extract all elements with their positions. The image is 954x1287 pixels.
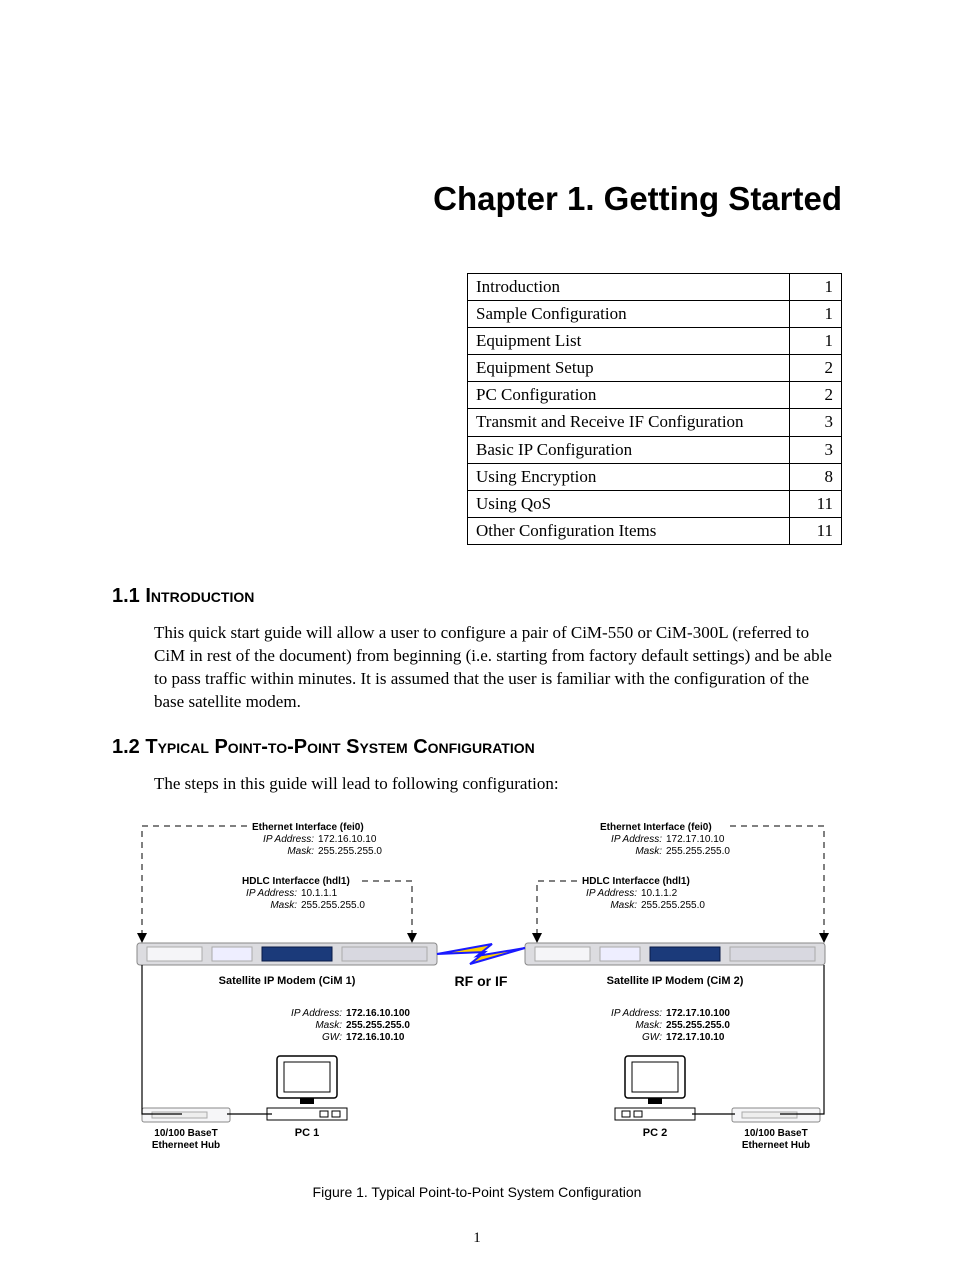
toc-page: 1 [790,301,842,328]
toc-row: Transmit and Receive IF Configuration3 [468,409,842,436]
hub-left-label-2: Etherneet Hub [152,1140,220,1151]
right-hdlc-title: HDLC Interfacce (hdl1) [582,876,690,887]
toc-label: Introduction [468,274,790,301]
right-pc-gw-label: GW: [642,1032,662,1043]
toc-page: 11 [790,490,842,517]
right-eth-ip: 172.17.10.10 [666,834,725,845]
figure-1: Ethernet Interface (fei0) IP Address: 17… [112,818,842,1200]
hub-right-label-2: Etherneet Hub [742,1140,810,1151]
toc-page: 11 [790,517,842,544]
right-pc-gw: 172.17.10.10 [666,1032,725,1043]
left-pc-mask-label: Mask: [315,1020,342,1031]
hub-right-label-1: 10/100 BaseT [744,1128,807,1139]
toc-row: Using QoS11 [468,490,842,517]
left-hdlc-ip-label: IP Address: [246,888,297,899]
left-eth-mask: 255.255.255.0 [318,846,382,857]
toc-row: Using Encryption8 [468,463,842,490]
toc-container: Introduction1Sample Configuration1Equipm… [112,273,842,545]
left-hdlc-title: HDLC Interfacce (hdl1) [242,876,350,887]
toc-page: 2 [790,355,842,382]
right-eth-title: Ethernet Interface (fei0) [600,822,712,833]
right-pc-ip: 172.17.10.100 [666,1008,730,1019]
hub-right [732,1108,820,1122]
modem-right-label: Satellite IP Modem (CiM 2) [607,975,744,987]
toc-page: 2 [790,382,842,409]
left-eth-title: Ethernet Interface (fei0) [252,822,364,833]
toc-label: Basic IP Configuration [468,436,790,463]
left-eth-ip: 172.16.10.10 [318,834,377,845]
modem-left [137,943,437,965]
right-pc-mask-label: Mask: [635,1020,662,1031]
toc-row: Other Configuration Items11 [468,517,842,544]
toc-row: Introduction1 [468,274,842,301]
toc-label: Equipment Setup [468,355,790,382]
chapter-title: Chapter 1. Getting Started [112,180,842,218]
figure-1-svg: Ethernet Interface (fei0) IP Address: 17… [112,818,850,1178]
rf-if-bolt [437,944,525,964]
figure-1-caption: Figure 1. Typical Point-to-Point System … [112,1184,842,1200]
right-eth-mask: 255.255.255.0 [666,846,730,857]
section-1-2-heading: 1.2 Typical Point-to-Point System Config… [112,736,842,759]
toc-label: Sample Configuration [468,301,790,328]
toc-row: PC Configuration2 [468,382,842,409]
toc-label: Other Configuration Items [468,517,790,544]
left-hdlc-ip: 10.1.1.1 [301,888,338,899]
toc-page: 1 [790,274,842,301]
right-pc-mask: 255.255.255.0 [666,1020,730,1031]
toc-label: PC Configuration [468,382,790,409]
toc-label: Equipment List [468,328,790,355]
left-pc-gw: 172.16.10.10 [346,1032,405,1043]
toc-label: Using QoS [468,490,790,517]
left-eth-mask-label: Mask: [287,846,314,857]
right-eth-ip-label: IP Address: [611,834,662,845]
right-eth-mask-label: Mask: [635,846,662,857]
toc-row: Basic IP Configuration3 [468,436,842,463]
toc-label: Using Encryption [468,463,790,490]
toc-row: Sample Configuration1 [468,301,842,328]
pc-right-label: PC 2 [643,1127,667,1139]
rf-if-label: RF or IF [455,973,508,989]
toc-table: Introduction1Sample Configuration1Equipm… [467,273,842,545]
section-1-1-heading: 1.1 Introduction [112,585,842,608]
pc-left [267,1056,347,1120]
right-hdlc-ip-label: IP Address: [586,888,637,899]
left-eth-ip-label: IP Address: [263,834,314,845]
hub-left [142,1108,230,1122]
modem-left-label: Satellite IP Modem (CiM 1) [219,975,356,987]
section-1-1-body: This quick start guide will allow a user… [154,622,842,714]
hub-left-label-1: 10/100 BaseT [154,1128,217,1139]
toc-page: 3 [790,436,842,463]
left-hdlc-mask: 255.255.255.0 [301,900,365,911]
right-hdlc-mask: 255.255.255.0 [641,900,705,911]
toc-page: 8 [790,463,842,490]
pc-left-label: PC 1 [295,1127,319,1139]
left-pc-ip-label: IP Address: [291,1008,342,1019]
right-hdlc-mask-label: Mask: [610,900,637,911]
toc-page: 3 [790,409,842,436]
toc-page: 1 [790,328,842,355]
modem-right [525,943,825,965]
toc-row: Equipment List1 [468,328,842,355]
toc-row: Equipment Setup2 [468,355,842,382]
pc-right [615,1056,695,1120]
right-hdlc-ip: 10.1.1.2 [641,888,678,899]
left-hdlc-mask-label: Mask: [270,900,297,911]
toc-label: Transmit and Receive IF Configuration [468,409,790,436]
left-pc-ip: 172.16.10.100 [346,1008,410,1019]
page-number: 1 [112,1230,842,1247]
left-pc-gw-label: GW: [322,1032,342,1043]
section-1-2-body: The steps in this guide will lead to fol… [154,773,842,796]
right-pc-ip-label: IP Address: [611,1008,662,1019]
left-pc-mask: 255.255.255.0 [346,1020,410,1031]
